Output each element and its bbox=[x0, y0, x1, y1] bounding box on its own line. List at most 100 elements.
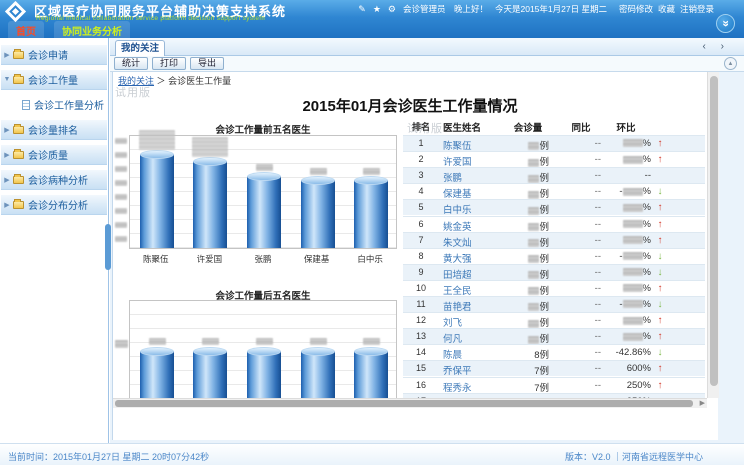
trend-up-icon: ↑ bbox=[653, 331, 667, 342]
horizontal-scrollbar[interactable]: ▶ bbox=[113, 398, 707, 408]
user-link[interactable]: 注销登录 bbox=[680, 4, 714, 14]
table-row[interactable]: 14陈晨8例---42.86%↓ bbox=[403, 344, 705, 360]
doctor-name-link[interactable]: 保建基 bbox=[443, 186, 511, 200]
trend-down-icon: ↓ bbox=[653, 251, 667, 262]
trend-down-icon: ↓ bbox=[653, 267, 667, 278]
table-header-row: 排名医生姓名会诊量同比环比 bbox=[403, 118, 705, 135]
main-nav: 首页 协同业务分析 bbox=[8, 21, 130, 38]
sidebar-item[interactable]: ▶会诊分布分析 bbox=[1, 194, 107, 215]
collapse-toolbar-button[interactable]: ▲ bbox=[724, 57, 737, 70]
trend-up-icon: ↑ bbox=[653, 315, 667, 326]
cylinder-bar bbox=[247, 172, 281, 248]
vertical-scrollbar[interactable] bbox=[707, 72, 719, 398]
cylinder-bar bbox=[354, 176, 388, 248]
censored-value-label bbox=[256, 338, 273, 345]
folder-icon bbox=[13, 151, 24, 159]
table-row[interactable]: 11苗艳君例---%↓ bbox=[403, 296, 705, 312]
doctor-name-link[interactable]: 姚金英 bbox=[443, 219, 511, 233]
doctor-name-link[interactable]: 田培超 bbox=[443, 267, 511, 281]
censored-y-tick bbox=[115, 208, 127, 214]
column-header: 同比 bbox=[561, 120, 601, 134]
table-row[interactable]: 13何凡例--%↑ bbox=[403, 328, 705, 344]
version-text: 版本：V2.0 ｜河南省远程医学中心 bbox=[565, 450, 703, 463]
cylinder-bar bbox=[301, 176, 335, 248]
doctor-name-link[interactable]: 刘飞 bbox=[443, 315, 511, 329]
censored-value-label bbox=[363, 338, 380, 345]
user-link[interactable]: 收藏 bbox=[658, 4, 675, 14]
doctor-name-link[interactable]: 乔保平 bbox=[443, 363, 511, 377]
horizontal-scrollbar-thumb[interactable] bbox=[115, 400, 693, 407]
sidebar-subitem[interactable]: 会诊工作量分析 bbox=[0, 94, 107, 115]
folder-icon bbox=[13, 76, 24, 84]
trend-up-icon: ↑ bbox=[653, 154, 667, 165]
table-row[interactable]: 6姚金英例--%↑ bbox=[403, 216, 705, 232]
x-axis-label: 陈聚伍 bbox=[129, 253, 183, 265]
chevron-right-icon: ▶ bbox=[1, 176, 13, 184]
vertical-scrollbar-thumb[interactable] bbox=[710, 76, 718, 386]
sidebar-item[interactable]: ▶会诊病种分析 bbox=[1, 169, 107, 190]
scroll-top-button[interactable]: « bbox=[716, 14, 735, 33]
breadcrumb-current: 会诊医生工作量 bbox=[168, 76, 231, 86]
doctor-name-link[interactable]: 陈晨 bbox=[443, 347, 511, 361]
sidebar-item[interactable]: ▶会诊质量 bbox=[1, 144, 107, 165]
doctor-name-link[interactable]: 程秀永 bbox=[443, 380, 511, 394]
table-row[interactable]: 5白中乐例--%↑ bbox=[403, 199, 705, 215]
censored-value-label bbox=[310, 168, 327, 175]
table-row[interactable]: 15乔保平7例--600%↑ bbox=[403, 360, 705, 376]
table-row[interactable]: 10王全民例--%↑ bbox=[403, 280, 705, 296]
table-row[interactable]: 9田培超例--%↓ bbox=[403, 264, 705, 280]
column-header: 会诊量 bbox=[507, 120, 549, 134]
doctor-name-link[interactable]: 陈聚伍 bbox=[443, 138, 511, 152]
nav-tab-home[interactable]: 首页 bbox=[8, 21, 44, 38]
x-axis-label: 白中乐 bbox=[343, 253, 397, 265]
gear-icon[interactable]: ⚙ bbox=[388, 4, 396, 15]
toolbar-button-导出[interactable]: 导出 bbox=[190, 57, 224, 70]
sidebar-item[interactable]: ▶会诊量排名 bbox=[1, 119, 107, 140]
table-row[interactable]: 8黄大强例---%↓ bbox=[403, 248, 705, 264]
cylinder-bar bbox=[193, 157, 227, 248]
doctor-name-link[interactable]: 黄大强 bbox=[443, 251, 511, 265]
doctor-name-link[interactable]: 白中乐 bbox=[443, 202, 511, 216]
doctor-name-link[interactable]: 许爱国 bbox=[443, 154, 511, 168]
censored-value-label bbox=[149, 338, 166, 345]
censored-value-label bbox=[192, 137, 228, 157]
pencil-icon[interactable]: ✎ bbox=[358, 4, 366, 15]
current-date: 今天是2015年1月27日 星期二 bbox=[495, 3, 607, 15]
table-row[interactable]: 1陈聚伍例--%↑ bbox=[403, 135, 705, 151]
tab-my-focus[interactable]: 我的关注 bbox=[115, 40, 165, 57]
table-row[interactable]: 3张鹏例---- bbox=[403, 167, 705, 183]
breadcrumb-separator: ＞ bbox=[157, 76, 166, 86]
doctor-name-link[interactable]: 何凡 bbox=[443, 331, 511, 345]
toolbar-button-打印[interactable]: 打印 bbox=[152, 57, 186, 70]
x-axis-label: 保建基 bbox=[290, 253, 344, 265]
tab-scroll-arrows[interactable]: ‹ › bbox=[703, 41, 730, 52]
nav-tab-business-analysis[interactable]: 协同业务分析 bbox=[54, 21, 130, 38]
x-axis-label: 张鹏 bbox=[236, 253, 290, 265]
doctor-name-link[interactable]: 苗艳君 bbox=[443, 299, 511, 313]
sidebar-item[interactable]: ▼会诊工作量 bbox=[1, 69, 107, 90]
censored-y-tick bbox=[115, 222, 127, 228]
table-row[interactable]: 12刘飞例--%↑ bbox=[403, 312, 705, 328]
folder-icon bbox=[13, 176, 24, 184]
table-row[interactable]: 2许爱国例--%↑ bbox=[403, 151, 705, 167]
chart2-y-axis-censored-label bbox=[115, 340, 128, 348]
doctor-name-link[interactable]: 王全民 bbox=[443, 283, 511, 297]
page-title: 2015年01月会诊医生工作量情况 bbox=[113, 95, 707, 116]
doctor-ranking-table: 排名医生姓名会诊量同比环比 1陈聚伍例--%↑2许爱国例--%↑3张鹏例----… bbox=[403, 118, 705, 398]
user-link[interactable]: 密码修改 bbox=[619, 4, 653, 14]
scroll-right-arrow[interactable]: ▶ bbox=[700, 399, 705, 407]
doctor-name-link[interactable]: 朱文灿 bbox=[443, 235, 511, 249]
table-row[interactable]: 4保建基例---%↓ bbox=[403, 183, 705, 199]
censored-value-label bbox=[363, 168, 380, 175]
toolbar-button-统计[interactable]: 统计 bbox=[114, 57, 148, 70]
folder-icon bbox=[13, 126, 24, 134]
sidebar-splitter-handle[interactable] bbox=[105, 224, 111, 270]
censored-y-tick bbox=[115, 152, 127, 158]
sidebar-menu: ▶会诊申请 ▼会诊工作量会诊工作量分析 ▶会诊量排名 ▶会诊质量 ▶会诊病种分析 ▶会诊分… bbox=[0, 38, 109, 443]
star-icon[interactable]: ★ bbox=[373, 4, 381, 15]
table-row[interactable]: 16程秀永7例--250%↑ bbox=[403, 377, 705, 393]
doctor-name-link[interactable]: 张鹏 bbox=[443, 170, 511, 184]
sidebar-item[interactable]: ▶会诊申请 bbox=[1, 44, 107, 65]
censored-value-label bbox=[139, 130, 175, 150]
table-row[interactable]: 7朱文灿例--%↑ bbox=[403, 232, 705, 248]
